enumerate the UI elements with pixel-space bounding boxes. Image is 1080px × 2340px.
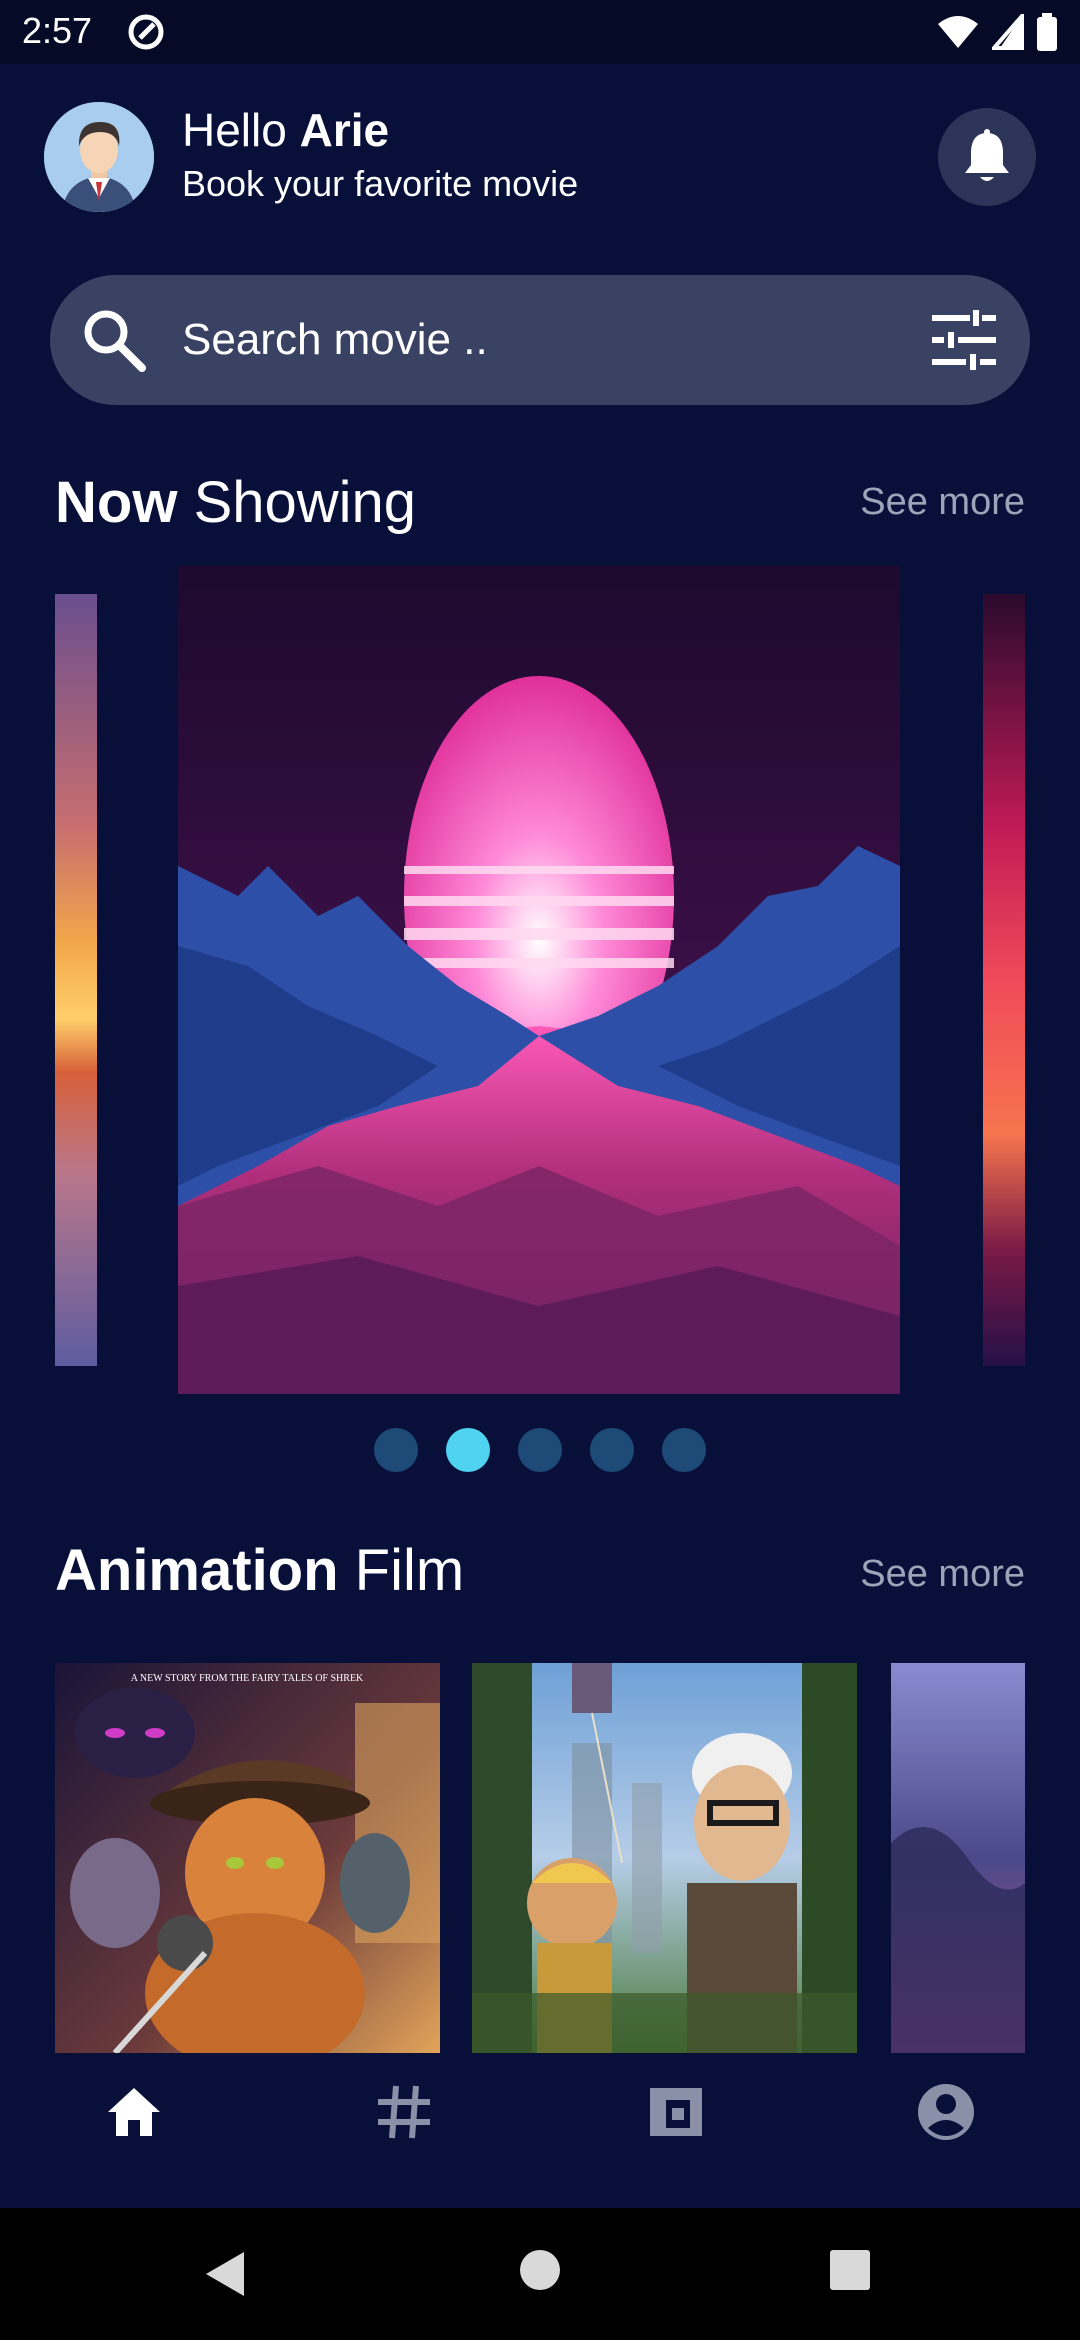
system-navigation-bar bbox=[0, 2208, 1080, 2340]
now-showing-see-more-link[interactable]: See more bbox=[860, 480, 1025, 524]
greeting: Hello Arie bbox=[182, 104, 389, 156]
poster-image: A NEW STORY FROM THE FAIRY TALES OF SHRE… bbox=[55, 1663, 440, 2053]
carousel-next-poster[interactable] bbox=[983, 594, 1025, 1366]
poster-image bbox=[178, 566, 900, 1394]
movie-card[interactable]: A NEW STORY FROM THE FAIRY TALES OF SHRE… bbox=[55, 1663, 440, 2053]
status-icons bbox=[936, 12, 1058, 52]
hashtag-icon[interactable] bbox=[372, 2080, 436, 2144]
back-icon[interactable] bbox=[200, 2248, 252, 2300]
now-showing-title: Now Showing bbox=[55, 470, 416, 536]
poster-image bbox=[891, 1663, 1025, 2053]
avatar-illustration bbox=[44, 102, 154, 212]
now-showing-title-bold: Now bbox=[55, 470, 178, 535]
carousel-dot[interactable] bbox=[374, 1428, 418, 1472]
poster-tagline: A NEW STORY FROM THE FAIRY TALES OF SHRE… bbox=[131, 1673, 364, 1684]
greeting-subtitle: Book your favorite movie bbox=[182, 163, 579, 204]
bell-icon bbox=[965, 129, 1009, 181]
carousel-dot[interactable] bbox=[446, 1428, 490, 1472]
movie-card[interactable] bbox=[472, 1663, 857, 2053]
animation-film-row: A NEW STORY FROM THE FAIRY TALES OF SHRE… bbox=[55, 1663, 1025, 2053]
poster-image bbox=[983, 594, 1025, 1366]
carousel-dot[interactable] bbox=[590, 1428, 634, 1472]
carousel-prev-poster[interactable] bbox=[55, 594, 97, 1366]
now-showing-title-regular: Showing bbox=[193, 470, 417, 535]
account-icon[interactable] bbox=[914, 2080, 978, 2144]
search-icon[interactable] bbox=[80, 306, 148, 374]
tune-icon[interactable] bbox=[930, 306, 998, 374]
poster-image bbox=[55, 594, 97, 1366]
animation-film-title-regular: Film bbox=[354, 1538, 465, 1603]
user-name: Arie bbox=[299, 104, 390, 156]
movie-card[interactable] bbox=[891, 1663, 1025, 2053]
wallet-icon[interactable] bbox=[644, 2080, 708, 2144]
carousel-dot[interactable] bbox=[518, 1428, 562, 1472]
search-input[interactable] bbox=[182, 306, 882, 374]
poster-image bbox=[472, 1663, 857, 2053]
recents-icon[interactable] bbox=[828, 2248, 872, 2292]
carousel-dots bbox=[0, 1428, 1080, 1472]
home-icon[interactable] bbox=[102, 2080, 166, 2144]
carousel-main-poster[interactable] bbox=[178, 566, 900, 1394]
carousel-dot[interactable] bbox=[662, 1428, 706, 1472]
animation-film-see-more-link[interactable]: See more bbox=[860, 1552, 1025, 1596]
app-notification-icon bbox=[128, 14, 164, 50]
signal-icon bbox=[992, 14, 1024, 50]
animation-film-title: Animation Film bbox=[55, 1538, 464, 1604]
notification-button[interactable] bbox=[938, 108, 1036, 206]
avatar[interactable] bbox=[44, 102, 154, 212]
greeting-prefix: Hello bbox=[182, 104, 287, 156]
home-system-icon[interactable] bbox=[518, 2248, 562, 2292]
wifi-icon bbox=[938, 16, 978, 48]
status-time: 2:57 bbox=[22, 10, 93, 51]
battery-icon bbox=[1037, 13, 1057, 51]
animation-film-title-bold: Animation bbox=[55, 1538, 339, 1603]
